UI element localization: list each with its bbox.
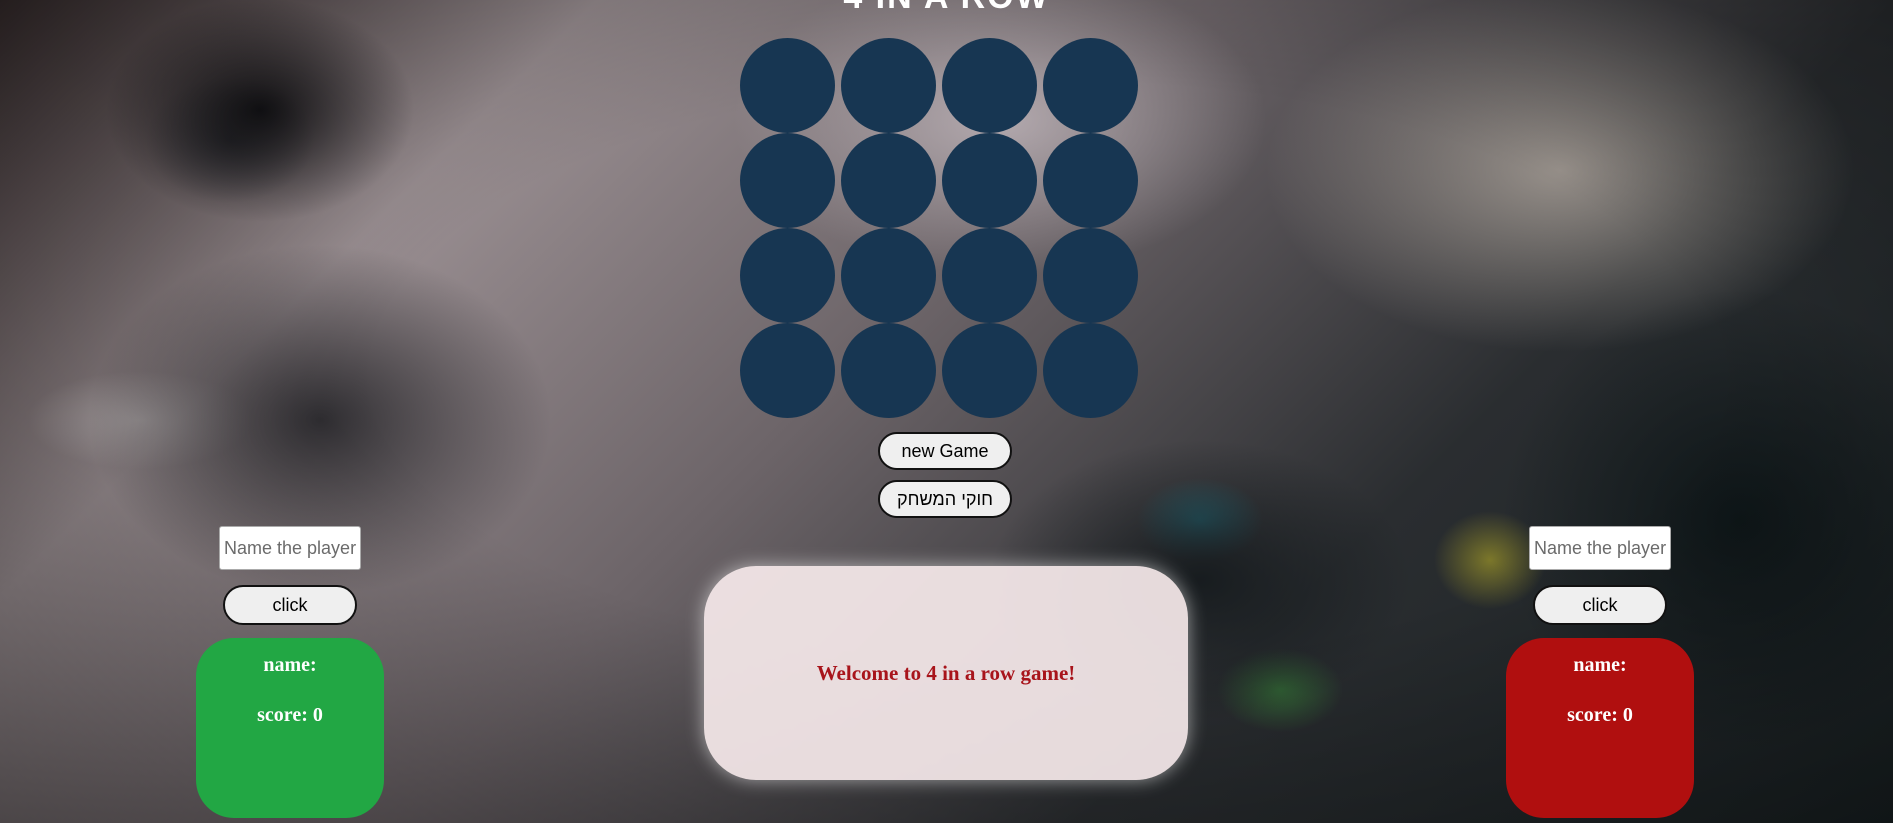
game-rules-button[interactable]: חוקי המשחק bbox=[878, 480, 1012, 518]
board-cell[interactable] bbox=[841, 38, 936, 133]
board-cell[interactable] bbox=[740, 38, 835, 133]
player2-name-label: name: bbox=[1573, 654, 1627, 676]
board-cell[interactable] bbox=[841, 228, 936, 323]
board-cell[interactable] bbox=[942, 38, 1037, 133]
board-cell[interactable] bbox=[841, 323, 936, 418]
page-title: 4 IN A ROW bbox=[0, 0, 1893, 17]
board-cell[interactable] bbox=[942, 133, 1037, 228]
player2-click-button[interactable]: click bbox=[1533, 585, 1667, 625]
player2-score: score: 0 bbox=[1567, 704, 1633, 726]
player1-score: score: 0 bbox=[257, 704, 323, 726]
board-cell[interactable] bbox=[1043, 133, 1138, 228]
board-cell[interactable] bbox=[740, 133, 835, 228]
player1-click-button[interactable]: click bbox=[223, 585, 357, 625]
board-cell[interactable] bbox=[740, 323, 835, 418]
board-cell[interactable] bbox=[942, 228, 1037, 323]
board-cell[interactable] bbox=[1043, 228, 1138, 323]
player2-name-input[interactable] bbox=[1529, 526, 1671, 570]
welcome-message: Welcome to 4 in a row game! bbox=[816, 660, 1076, 685]
player1-name-input[interactable] bbox=[219, 526, 361, 570]
board-cell[interactable] bbox=[841, 133, 936, 228]
board-cell[interactable] bbox=[740, 228, 835, 323]
player2-card: name: score: 0 bbox=[1506, 638, 1694, 818]
player1-card: name: score: 0 bbox=[196, 638, 384, 818]
message-box: Welcome to 4 in a row game! bbox=[704, 566, 1188, 780]
new-game-button[interactable]: new Game bbox=[878, 432, 1012, 470]
board-cell[interactable] bbox=[942, 323, 1037, 418]
player1-name-label: name: bbox=[263, 654, 317, 676]
board-cell[interactable] bbox=[1043, 323, 1138, 418]
board-cell[interactable] bbox=[1043, 38, 1138, 133]
game-board bbox=[740, 38, 1146, 418]
